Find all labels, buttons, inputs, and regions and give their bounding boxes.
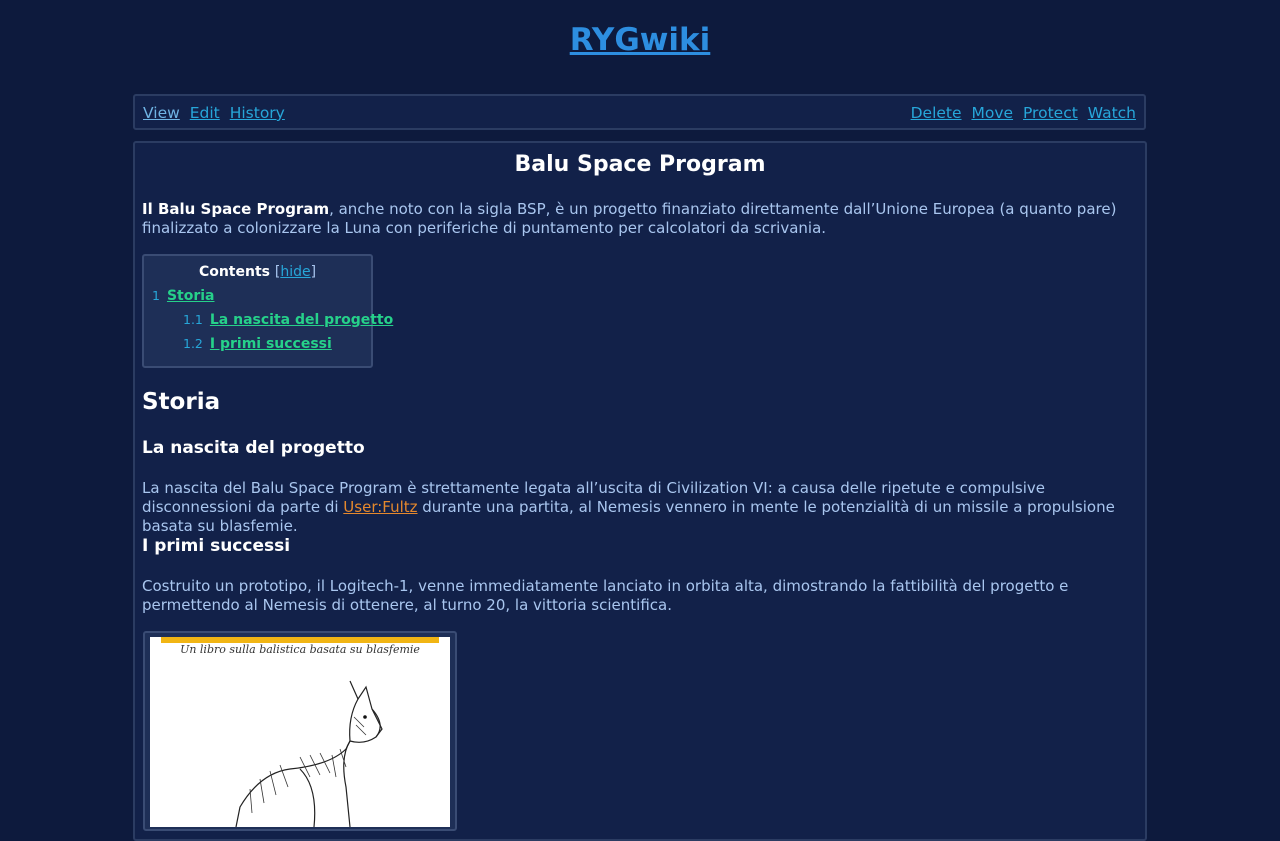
toc-link-nascita[interactable]: La nascita del progetto <box>210 312 393 328</box>
table-of-contents: Contents [hide] 1 Storia 1.1 La nascita de… <box>142 254 393 368</box>
toc-title: Contents <box>198 264 270 280</box>
article-content: Balu Space Program Il Balu Space Program… <box>133 141 1147 841</box>
section-heading-successi: I primi successi <box>142 536 291 556</box>
page-actions-left: View Edit History <box>143 104 290 122</box>
intro-bold-term: Il Balu Space Program <box>142 200 330 218</box>
toc-item: 1.2 I primi successi <box>183 336 332 352</box>
toc-item-number: 1.1 <box>183 312 203 327</box>
toc-heading: Contents [hide] <box>198 264 317 280</box>
toc-item: 1.1 La nascita del progetto <box>183 312 393 328</box>
book-cover-image[interactable]: Un libro sulla balistica basata su blasf… <box>150 637 450 827</box>
toc-item-number: 1.2 <box>183 336 203 351</box>
toc-item-number: 1 <box>152 288 160 303</box>
user-fultz-link[interactable]: User:Fultz <box>343 498 417 516</box>
toc-link-successi[interactable]: I primi successi <box>210 336 332 352</box>
toc-link-storia[interactable]: Storia <box>167 288 215 304</box>
tab-view[interactable]: View <box>143 104 180 122</box>
move-link[interactable]: Move <box>971 104 1013 122</box>
page-actions-right: Delete Move Protect Watch <box>906 104 1136 122</box>
protect-link[interactable]: Protect <box>1023 104 1078 122</box>
delete-link[interactable]: Delete <box>911 104 962 122</box>
article-figure[interactable]: Un libro sulla balistica basata su blasf… <box>143 631 457 831</box>
toc-item: 1 Storia <box>152 288 215 304</box>
toc-hide-link[interactable]: hide <box>280 264 310 280</box>
intro-paragraph: Il Balu Space Program, anche noto con la… <box>142 200 1142 238</box>
tab-edit[interactable]: Edit <box>190 104 220 122</box>
nascita-paragraph: La nascita del Balu Space Program è stre… <box>142 479 1115 535</box>
site-title-link[interactable]: RYGwiki <box>570 22 711 58</box>
successi-paragraph: Costruito un prototipo, il Logitech-1, v… <box>142 577 1069 614</box>
page-title: Balu Space Program <box>514 152 766 177</box>
page-actions-bar: View Edit History Delete Move Protect Wa… <box>133 94 1146 130</box>
section-heading-nascita: La nascita del progetto <box>142 438 365 458</box>
fox-illustration <box>235 680 383 827</box>
section-heading-storia: Storia <box>142 389 221 415</box>
watch-link[interactable]: Watch <box>1088 104 1136 122</box>
site-title: RYGwiki <box>0 18 1280 62</box>
tab-history[interactable]: History <box>230 104 285 122</box>
